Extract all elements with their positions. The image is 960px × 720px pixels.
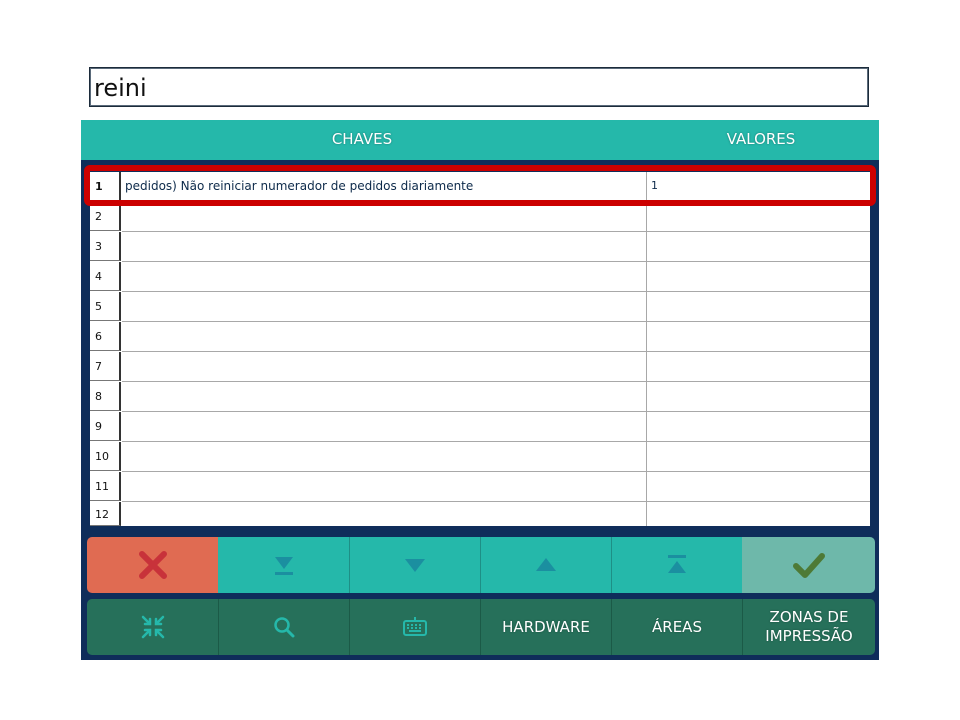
row-number: 10 — [90, 442, 121, 471]
previous-page-icon — [536, 558, 556, 571]
value-cell[interactable] — [647, 472, 870, 502]
close-icon — [138, 551, 167, 579]
table-row[interactable]: 3 — [90, 232, 870, 262]
search-input[interactable] — [90, 68, 868, 106]
value-cell[interactable] — [647, 202, 870, 232]
table-header: CHAVES VALORES — [81, 120, 879, 160]
key-cell[interactable] — [122, 412, 647, 442]
areas-label: ÁREAS — [652, 617, 702, 636]
row-number: 6 — [90, 322, 121, 351]
table-row[interactable]: 8 — [90, 382, 870, 412]
config-table: 1 pedidos) Não reiniciar numerador de pe… — [90, 172, 870, 526]
row-number: 7 — [90, 352, 121, 381]
table-row[interactable]: 11 — [90, 472, 870, 502]
config-panel: CHAVES VALORES 1 pedidos) Não reiniciar … — [81, 120, 879, 660]
table-row[interactable]: 7 — [90, 352, 870, 382]
areas-button[interactable]: ÁREAS — [611, 599, 742, 655]
value-cell[interactable] — [647, 412, 870, 442]
key-cell[interactable] — [122, 502, 647, 526]
first-page-button[interactable] — [611, 537, 742, 593]
value-cell[interactable] — [647, 292, 870, 322]
table-row[interactable]: 9 — [90, 412, 870, 442]
key-cell[interactable] — [122, 472, 647, 502]
key-cell[interactable] — [122, 442, 647, 472]
key-cell[interactable] — [122, 382, 647, 412]
value-cell[interactable]: 1 — [647, 172, 870, 202]
row-number: 4 — [90, 262, 121, 291]
last-page-button[interactable] — [218, 537, 349, 593]
values-column-header: VALORES — [726, 130, 796, 148]
table-row[interactable]: 2 — [90, 202, 870, 232]
key-cell[interactable] — [122, 262, 647, 292]
value-cell[interactable] — [647, 322, 870, 352]
table-row[interactable]: 12 — [90, 502, 870, 526]
collapse-button[interactable] — [87, 599, 218, 655]
table-row[interactable]: 10 — [90, 442, 870, 472]
row-number: 9 — [90, 412, 121, 441]
table-row[interactable]: 5 — [90, 292, 870, 322]
function-bar: HARDWARE ÁREAS ZONAS DE IMPRESSÃO — [87, 599, 875, 655]
print-zones-label-line1: ZONAS DE — [769, 608, 849, 626]
key-cell[interactable] — [122, 232, 647, 262]
row-number: 2 — [90, 202, 121, 231]
last-page-icon — [274, 557, 293, 575]
value-cell[interactable] — [647, 352, 870, 382]
key-cell[interactable] — [122, 322, 647, 352]
value-cell[interactable] — [647, 442, 870, 472]
row-number: 8 — [90, 382, 121, 411]
hardware-label: HARDWARE — [502, 617, 590, 636]
row-number: 5 — [90, 292, 121, 321]
checkmark-icon — [792, 553, 825, 578]
first-page-icon — [668, 555, 686, 573]
print-zones-button[interactable]: ZONAS DE IMPRESSÃO — [742, 599, 875, 655]
table-row[interactable]: 6 — [90, 322, 870, 352]
value-cell[interactable] — [647, 262, 870, 292]
value-cell[interactable] — [647, 502, 870, 526]
row-number: 11 — [90, 472, 121, 501]
navigation-bar — [87, 537, 875, 593]
value-cell[interactable] — [647, 382, 870, 412]
search-field[interactable] — [89, 67, 869, 107]
row-number: 1 — [90, 172, 121, 201]
key-cell[interactable] — [122, 292, 647, 322]
keyboard-button[interactable] — [349, 599, 480, 655]
keys-column-header: CHAVES — [331, 130, 393, 148]
magnifier-icon — [274, 617, 295, 638]
confirm-button[interactable] — [742, 537, 875, 593]
collapse-arrows-icon — [141, 615, 164, 639]
search-button[interactable] — [218, 599, 349, 655]
key-cell[interactable]: pedidos) Não reiniciar numerador de pedi… — [122, 172, 647, 202]
key-cell[interactable] — [122, 352, 647, 382]
table-row[interactable]: 4 — [90, 262, 870, 292]
hardware-button[interactable]: HARDWARE — [480, 599, 611, 655]
row-number: 12 — [90, 502, 121, 526]
cancel-button[interactable] — [87, 537, 218, 593]
previous-page-button[interactable] — [480, 537, 611, 593]
print-zones-label-line2: IMPRESSÃO — [765, 627, 853, 645]
next-page-button[interactable] — [349, 537, 480, 593]
next-page-icon — [405, 559, 425, 572]
row-number: 3 — [90, 232, 121, 261]
keyboard-icon — [403, 617, 427, 636]
table-row[interactable]: 1 pedidos) Não reiniciar numerador de pe… — [90, 172, 870, 202]
key-cell[interactable] — [122, 202, 647, 232]
value-cell[interactable] — [647, 232, 870, 262]
